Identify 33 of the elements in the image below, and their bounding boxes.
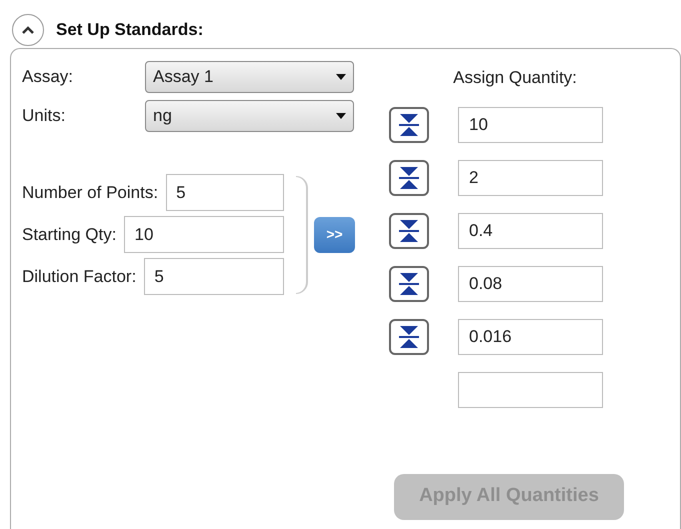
column-heading: Assign Quantity: xyxy=(452,67,578,89)
set-quantity-button[interactable] xyxy=(389,212,429,248)
input-field[interactable]: 5 xyxy=(166,174,284,211)
dropdown[interactable]: Assay 1 xyxy=(145,61,354,93)
input-field[interactable]: 10 xyxy=(124,216,284,253)
field-label: Dilution Factor: xyxy=(22,266,136,288)
chevron-up-icon xyxy=(22,26,34,34)
field-label: Number of Points: xyxy=(22,182,158,204)
caret-icon xyxy=(336,74,346,80)
field-label: Assay: xyxy=(22,66,74,88)
input-field[interactable] xyxy=(458,372,603,408)
caret-icon xyxy=(336,113,346,119)
input-field[interactable]: 10 xyxy=(458,106,603,142)
input-field[interactable]: 2 xyxy=(458,160,603,196)
input-field[interactable]: 0.08 xyxy=(458,266,603,302)
input-field[interactable]: 5 xyxy=(144,258,284,295)
input-field[interactable]: 0.4 xyxy=(458,212,603,248)
field-label: Starting Qty: xyxy=(22,224,116,246)
fill-button[interactable]: >> xyxy=(314,216,355,252)
collapse-toggle[interactable] xyxy=(12,14,44,46)
collapse-arrows-icon xyxy=(399,166,419,190)
set-quantity-button[interactable] xyxy=(389,266,429,302)
set-quantity-button[interactable] xyxy=(389,318,429,354)
field-label: Units: xyxy=(22,105,66,128)
collapse-arrows-icon xyxy=(399,272,419,296)
collapse-arrows-icon xyxy=(399,218,419,242)
input-field[interactable]: 0.016 xyxy=(458,318,603,354)
collapse-arrows-icon xyxy=(399,112,419,136)
set-quantity-button[interactable] xyxy=(389,160,429,196)
dropdown[interactable]: ng xyxy=(145,100,354,132)
collapse-arrows-icon xyxy=(399,324,419,348)
set-quantity-button[interactable] xyxy=(389,106,429,142)
section-title: Set Up Standards: xyxy=(56,19,204,42)
